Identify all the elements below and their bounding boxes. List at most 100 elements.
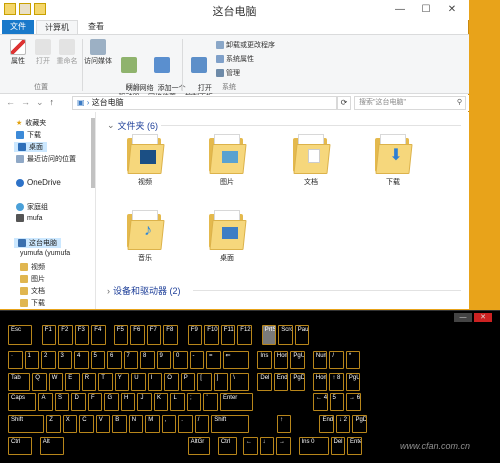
osk-key[interactable]: 8 [140, 351, 155, 369]
osk-key[interactable]: T [98, 373, 113, 391]
osk-key[interactable]: Enter [219, 393, 254, 411]
osk-key[interactable]: U [131, 373, 146, 391]
osk-key[interactable]: ← 4 [313, 393, 328, 411]
minimize-button[interactable]: — [387, 0, 413, 18]
osk-key[interactable]: [ [197, 373, 212, 391]
osk-key[interactable]: AltGr [187, 437, 210, 455]
osk-key[interactable]: Tab [8, 373, 31, 391]
osk-key[interactable]: Scroll [278, 325, 293, 345]
osk-key[interactable]: V [95, 415, 111, 433]
osk-key[interactable]: PgUp [290, 351, 305, 369]
minimize-button[interactable]: — [454, 313, 472, 322]
devices-section-header[interactable]: › 设备和驱动器 (2) [107, 284, 181, 297]
osk-key[interactable]: / [329, 351, 344, 369]
rename-button[interactable]: 重命名 [54, 39, 80, 66]
osk-key[interactable]: S [54, 393, 70, 411]
back-arrow-icon[interactable]: ← [6, 97, 15, 108]
osk-key[interactable]: Ins [257, 351, 272, 369]
folder-videos[interactable]: 视频 [115, 134, 175, 187]
maximize-button[interactable]: ☐ [413, 0, 439, 18]
osk-key[interactable]: * [345, 351, 361, 369]
nav-item-user-folder[interactable]: yumufa (yumufa [20, 250, 70, 257]
osk-key[interactable]: 3 [57, 351, 72, 369]
osk-key[interactable]: Z [46, 415, 61, 433]
close-button[interactable]: ✕ [474, 313, 492, 322]
osk-key[interactable]: B [112, 415, 127, 433]
open-button[interactable]: 打开 [30, 39, 56, 66]
osk-key[interactable]: Shift [8, 415, 45, 433]
osk-key[interactable]: F [87, 393, 103, 411]
folder-desktop[interactable]: 桌面 [197, 210, 257, 263]
osk-key[interactable]: F2 [58, 325, 73, 345]
osk-key[interactable]: E [65, 373, 80, 391]
osk-key[interactable]: G [104, 393, 119, 411]
osk-key[interactable]: PgDn 3 [352, 415, 367, 433]
nav-item-downloads[interactable]: 下载 [16, 130, 41, 140]
osk-key[interactable]: Alt [39, 437, 64, 455]
osk-key[interactable]: P [180, 373, 196, 391]
osk-key[interactable]: F9 [187, 325, 203, 345]
tab-view[interactable]: 查看 [80, 20, 112, 34]
osk-key[interactable]: F8 [163, 325, 178, 345]
osk-key[interactable]: J [137, 393, 152, 411]
osk-key[interactable]: F5 [113, 325, 129, 345]
folder-pictures[interactable]: 图片 [197, 134, 257, 187]
osk-key[interactable]: . [178, 415, 193, 433]
folder-downloads[interactable]: ⬇ 下载 [363, 134, 423, 187]
system-properties-button[interactable]: 系统属性 [216, 54, 254, 64]
osk-key[interactable]: 9 [156, 351, 171, 369]
osk-key[interactable]: Num [312, 351, 328, 369]
osk-key[interactable]: F1 [41, 325, 57, 345]
osk-key[interactable]: H [120, 393, 136, 411]
osk-key[interactable]: PrtSc [261, 325, 277, 345]
folders-section-header[interactable]: ⌄ 文件夹 (6) [107, 119, 158, 132]
osk-key[interactable]: 2 [41, 351, 56, 369]
osk-key[interactable]: D [71, 393, 86, 411]
osk-key[interactable]: L [170, 393, 185, 411]
osk-key[interactable]: Del . [330, 437, 345, 455]
osk-key[interactable]: ' [203, 393, 218, 411]
folder-music[interactable]: ♪ 音乐 [115, 210, 175, 263]
uninstall-programs-button[interactable]: 卸载或更改程序 [216, 40, 275, 50]
osk-key[interactable]: Del [257, 373, 272, 391]
osk-key[interactable]: R [81, 373, 97, 391]
tab-computer[interactable]: 计算机 [36, 20, 78, 34]
osk-key[interactable]: F10 [204, 325, 219, 345]
osk-key[interactable]: ↑ [276, 415, 292, 433]
osk-key[interactable]: 1 [24, 351, 39, 369]
nav-item-recent-places[interactable]: 最近访问的位置 [16, 154, 76, 164]
osk-key[interactable]: ↑ 8 [329, 373, 344, 391]
osk-key[interactable]: 4 [74, 351, 89, 369]
osk-key[interactable]: PgUp 9 [345, 373, 361, 391]
nav-item-pictures[interactable]: 图片 [20, 274, 45, 284]
osk-key[interactable]: \ [230, 373, 250, 391]
up-arrow-icon[interactable]: ↑ [50, 97, 55, 108]
osk-key[interactable]: N [128, 415, 144, 433]
nav-item-this-pc[interactable]: 这台电脑 [14, 238, 61, 248]
osk-key[interactable]: A [38, 393, 53, 411]
osk-key[interactable]: ← [243, 437, 258, 455]
folder-documents[interactable]: 文档 [281, 134, 341, 187]
osk-key[interactable]: M [145, 415, 160, 433]
nav-item-documents[interactable]: 文档 [20, 286, 45, 296]
nav-item-favorites[interactable]: ★ 收藏夹 [16, 118, 46, 128]
osk-key[interactable]: K [153, 393, 169, 411]
address-box[interactable]: ▣ › 这台电脑 [72, 96, 337, 110]
tab-file[interactable]: 文件 [2, 20, 34, 34]
nav-item-desktop[interactable]: 桌面 [14, 142, 47, 152]
osk-key[interactable]: Ctrl [217, 437, 237, 455]
osk-key[interactable]: Pause [294, 325, 310, 345]
osk-key[interactable]: F4 [91, 325, 106, 345]
osk-key[interactable]: ; [186, 393, 202, 411]
osk-key[interactable]: F12 [237, 325, 252, 345]
nav-item-onedrive[interactable]: OneDrive [16, 178, 61, 187]
nav-item-downloads-pc[interactable]: 下载 [20, 298, 45, 308]
search-input[interactable]: 搜索"这台电脑" ⚲ [354, 96, 466, 110]
properties-button[interactable]: 属性 [4, 39, 32, 66]
osk-key[interactable]: PgDn [290, 373, 305, 391]
close-button[interactable]: ✕ [439, 0, 465, 18]
nav-item-homegroup[interactable]: 家庭组 [16, 202, 48, 212]
osk-key[interactable]: · [8, 351, 23, 369]
forward-arrow-icon[interactable]: → [21, 97, 30, 108]
osk-key[interactable]: → 6 [346, 393, 361, 411]
